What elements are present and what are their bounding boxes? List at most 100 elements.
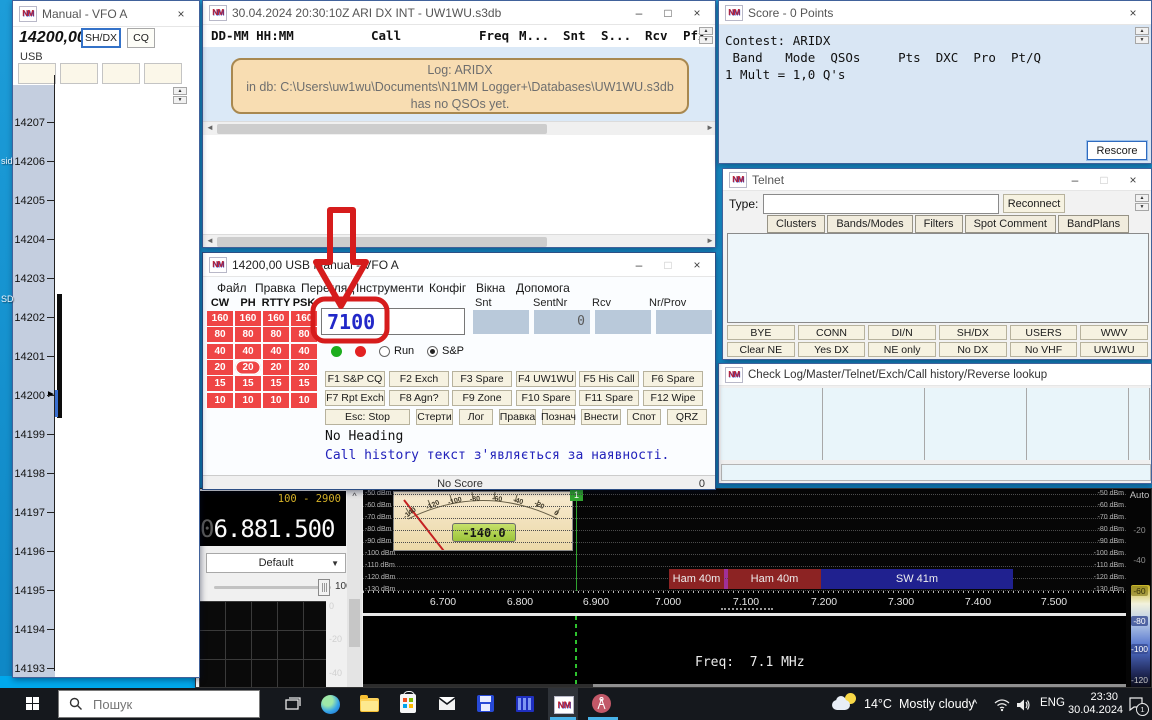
log-column-header[interactable]: Freq (479, 28, 509, 43)
waterfall-display[interactable]: Freq: 7.1 MHz (363, 616, 1126, 684)
language-indicator[interactable]: ENG (1040, 697, 1065, 709)
close-button[interactable]: × (685, 6, 709, 20)
bandmap-frequency-label[interactable]: 14198 (13, 468, 45, 480)
spin-down-icon[interactable]: ▼ (699, 36, 713, 44)
telnet-button[interactable]: No VHF (1010, 342, 1078, 357)
sdr-slider-handle[interactable] (318, 579, 330, 596)
scroll-left-icon[interactable]: ◄ (204, 123, 216, 132)
score-spin-control[interactable]: ▲ ▼ (1135, 27, 1149, 44)
weather-description[interactable]: Mostly cloudy (899, 697, 975, 711)
windows-logo-icon[interactable] (26, 697, 39, 710)
action-button[interactable]: Стерти (416, 409, 453, 425)
log-column-header[interactable]: Rcv (645, 28, 668, 43)
spin-up-icon[interactable]: ▲ (1135, 27, 1149, 35)
rescore-button[interactable]: Rescore (1087, 141, 1147, 160)
close-button[interactable]: × (1121, 6, 1145, 20)
bandmap-frequency-label[interactable]: 14206 (13, 156, 45, 168)
desktop-icon-label[interactable]: SD (1, 294, 14, 304)
spin-down-icon[interactable]: ▼ (1135, 203, 1149, 211)
store-icon[interactable] (400, 694, 416, 713)
telnet-tab[interactable]: Spot Comment (965, 215, 1056, 233)
file-explorer-icon[interactable] (360, 698, 379, 712)
fkey-button[interactable]: F1 S&P CQ (325, 371, 385, 387)
sdr-slider-track[interactable] (214, 586, 331, 589)
telnet-button[interactable]: SH/DX (939, 325, 1007, 340)
log-column-header[interactable]: S... (601, 28, 631, 43)
logger-app-icon[interactable] (516, 696, 534, 712)
log-column-header[interactable]: M... (519, 28, 549, 43)
telnet-button[interactable]: No DX (939, 342, 1007, 357)
fkey-button[interactable]: F9 Zone (452, 390, 512, 406)
telnet-button[interactable]: WWV (1080, 325, 1148, 340)
floppy-app-icon[interactable] (477, 695, 494, 712)
log-hscrollbar[interactable]: ◄ ► (203, 121, 716, 136)
scroll-right-icon[interactable]: ► (704, 236, 716, 245)
bandmap-frequency-label[interactable]: 14193 (13, 663, 45, 675)
action-button[interactable]: QRZ (667, 409, 707, 425)
fkey-button[interactable]: F6 Spare (643, 371, 703, 387)
telnet-button[interactable]: BYE (727, 325, 795, 340)
sdr-preset-dropdown[interactable]: Default ▼ (206, 553, 346, 573)
action-button[interactable]: Спот (627, 409, 661, 425)
fkey-button[interactable]: F11 Spare (579, 390, 639, 406)
fkey-button[interactable]: F4 UW1WU (516, 371, 576, 387)
intensity-gradient-bar[interactable] (1131, 585, 1150, 688)
weather-icon[interactable] (832, 693, 858, 713)
bandmap-frequency-label[interactable]: 14200 (13, 390, 45, 402)
minimize-button[interactable]: – (1063, 173, 1087, 187)
telnet-tab[interactable]: Clusters (767, 215, 825, 233)
clock[interactable]: 23:30 30.04.2024 (1068, 691, 1118, 717)
mail-icon[interactable] (437, 695, 457, 713)
score-titlebar[interactable]: NM Score - 0 Points × (719, 1, 1151, 25)
bandmap-frequency-label[interactable]: 14194 (13, 624, 45, 636)
bandmap-frequency-label[interactable]: 14197 (13, 507, 45, 519)
telnet-type-input[interactable] (763, 194, 999, 214)
telnet-button[interactable]: Yes DX (798, 342, 866, 357)
log-spin-control[interactable]: ▲ ▼ (699, 27, 713, 44)
task-view-icon[interactable] (284, 695, 302, 713)
sdr-vscrollbar[interactable]: ^ (347, 489, 362, 688)
spin-up-icon[interactable]: ▲ (699, 27, 713, 35)
n1mm-taskbar-cell[interactable]: NM (548, 688, 578, 720)
search-box[interactable] (58, 690, 260, 718)
band-bar[interactable]: Ham 40m (669, 569, 724, 589)
telnet-tab[interactable]: BandPlans (1058, 215, 1129, 233)
search-input[interactable] (91, 696, 245, 713)
tray-expand-icon[interactable]: ^ (972, 698, 977, 710)
reconnect-button[interactable]: Reconnect (1003, 194, 1065, 213)
bandmap-frequency-label[interactable]: 14201 (13, 351, 45, 363)
log-titlebar[interactable]: NM 30.04.2024 20:30:10Z ARI DX INT - UW1… (203, 1, 715, 25)
check-titlebar[interactable]: NM Check Log/Master/Telnet/Exch/Call his… (719, 364, 1151, 386)
fkey-button[interactable]: F5 His Call (579, 371, 639, 387)
band-bar[interactable]: SW 41m (821, 569, 1013, 589)
action-button[interactable]: Лог (459, 409, 493, 425)
maximize-button[interactable]: □ (1092, 173, 1116, 187)
log-column-header[interactable]: Call (371, 28, 401, 43)
sdr-app-icon[interactable] (592, 694, 611, 713)
action-button[interactable]: Правка (499, 409, 536, 425)
telnet-button[interactable]: DI/N (868, 325, 936, 340)
telnet-content[interactable] (727, 233, 1149, 323)
fkey-button[interactable]: F12 Wipe (643, 390, 703, 406)
sdr-frequency-display[interactable]: 100 - 2900 06.881.500 (199, 491, 346, 546)
spin-down-icon[interactable]: ▼ (1135, 36, 1149, 44)
fkey-button[interactable]: F2 Exch (389, 371, 449, 387)
scroll-thumb[interactable] (217, 237, 547, 247)
band-bar[interactable]: Ham 40m (728, 569, 821, 589)
bandmap-frequency-label[interactable]: 14195 (13, 585, 45, 597)
weather-temp[interactable]: 14°C (864, 697, 892, 711)
bandmap-frequency-label[interactable]: 14204 (13, 234, 45, 246)
desktop-icon-label[interactable]: sid (1, 156, 13, 166)
scroll-left-icon[interactable]: ◄ (204, 236, 216, 245)
bandmap-frequency-label[interactable]: 14199 (13, 429, 45, 441)
telnet-button[interactable]: NE only (868, 342, 936, 357)
telnet-button[interactable]: USERS (1010, 325, 1078, 340)
close-button[interactable]: × (1121, 173, 1145, 187)
scroll-thumb[interactable] (349, 599, 360, 647)
telnet-tab[interactable]: Filters (915, 215, 963, 233)
minimize-button[interactable]: – (627, 6, 651, 20)
telnet-button[interactable]: UW1WU (1080, 342, 1148, 357)
action-button[interactable]: Esc: Stop (325, 409, 410, 425)
auto-gain-label[interactable]: Auto (1126, 490, 1152, 501)
log-hscrollbar2[interactable]: ◄ ► (203, 234, 716, 248)
